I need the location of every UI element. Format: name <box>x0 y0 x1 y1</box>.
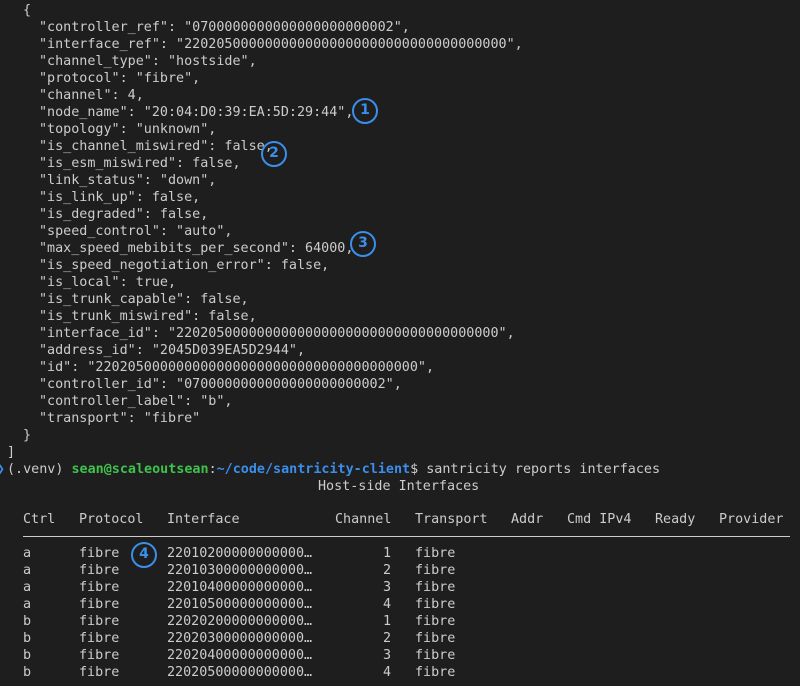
json-line: "is_channel_miswired": false, <box>39 139 273 154</box>
json-line: "is_trunk_capable": false, <box>39 292 249 307</box>
table-cell: fibre <box>415 665 456 680</box>
prompt-separator: : <box>208 462 217 477</box>
table-cell: 22010500000000000… <box>167 597 313 612</box>
table-cell: fibre <box>79 597 120 612</box>
json-line: "is_speed_negotiation_error": false, <box>39 258 330 273</box>
table-cell: 2 <box>383 563 392 578</box>
json-close-bracket: ] <box>7 445 16 460</box>
table-cell: fibre <box>415 580 456 595</box>
annotation-marker-3: 3 <box>350 231 376 257</box>
json-line: "speed_control": "auto", <box>39 224 233 239</box>
table-cell: 3 <box>383 648 392 663</box>
table-cell: b <box>23 665 32 680</box>
table-cell: 4 <box>383 597 392 612</box>
json-line: "interface_id": "22020500000000000000000… <box>39 326 515 341</box>
json-line: "channel": 4, <box>39 88 144 103</box>
column-header: Protocol <box>79 512 144 527</box>
json-line: "link_status": "down", <box>39 173 217 188</box>
json-line: "is_local": true, <box>39 275 177 290</box>
table-cell: b <box>23 631 32 646</box>
table-cell: fibre <box>415 648 456 663</box>
table-cell: 22010300000000000… <box>167 563 313 578</box>
table-cell: fibre <box>415 546 456 561</box>
table-cell: fibre <box>415 563 456 578</box>
table-cell: fibre <box>79 546 120 561</box>
json-line: "controller_ref": "070000000000000000000… <box>39 20 410 35</box>
table-cell: fibre <box>79 563 120 578</box>
table-cell: 22020500000000000… <box>167 665 313 680</box>
terminal-output[interactable]: { "controller_ref": "0700000000000000000… <box>0 0 800 686</box>
table-cell: a <box>23 546 32 561</box>
json-line: "node_name": "20:04:D0:39:EA:5D:29:44", <box>39 105 354 120</box>
table-cell: 3 <box>383 580 392 595</box>
table-cell: fibre <box>79 631 120 646</box>
table-cell: b <box>23 614 32 629</box>
table-cell: 1 <box>383 614 392 629</box>
table-cell: fibre <box>79 665 120 680</box>
table-cell: 2 <box>383 631 392 646</box>
column-header: Channel <box>335 512 392 527</box>
header-divider <box>23 536 790 537</box>
column-header: Ctrl <box>23 512 56 527</box>
shell-prompt-line: (.venv) sean@scaleoutsean:~/code/santric… <box>7 461 660 478</box>
annotation-marker-4: 4 <box>131 542 157 568</box>
table-cell: 1 <box>383 546 392 561</box>
json-line: "transport": "fibre" <box>39 411 201 426</box>
json-line: "protocol": "fibre", <box>39 71 201 86</box>
table-cell: fibre <box>79 648 120 663</box>
column-header: Interface <box>167 512 240 527</box>
table-cell: a <box>23 597 32 612</box>
json-line: "max_speed_mebibits_per_second": 64000, <box>39 241 354 256</box>
prompt-user-host: sean@scaleoutsean <box>71 462 209 477</box>
shell-command: santricity reports interfaces <box>426 462 661 477</box>
json-line: "channel_type": "hostside", <box>39 54 257 69</box>
table-cell: b <box>23 648 32 663</box>
table-cell: 22020400000000000… <box>167 648 313 663</box>
table-cell: 22010200000000000… <box>167 546 313 561</box>
table-cell: 22010400000000000… <box>167 580 313 595</box>
prompt-path: ~/code/santricity-client <box>216 462 411 477</box>
annotation-marker-2: 2 <box>261 141 287 167</box>
json-line: "is_link_up": false, <box>39 190 201 205</box>
table-cell: fibre <box>415 614 456 629</box>
json-line: "is_trunk_miswired": false, <box>39 309 257 324</box>
table-cell: fibre <box>79 580 120 595</box>
column-header: Addr <box>511 512 544 527</box>
json-line: "topology": "unknown", <box>39 122 217 137</box>
json-line: "controller_id": "0700000000000000000000… <box>39 377 402 392</box>
prompt-symbol: $ <box>410 462 427 477</box>
table-cell: a <box>23 580 32 595</box>
report-title: Host-side Interfaces <box>318 479 480 494</box>
json-open-brace: { <box>23 3 32 18</box>
annotation-marker-1: 1 <box>352 98 378 124</box>
table-cell: fibre <box>415 631 456 646</box>
json-line: "is_degraded": false, <box>39 207 209 222</box>
table-cell: fibre <box>79 614 120 629</box>
table-cell: fibre <box>415 597 456 612</box>
column-header: Provider <box>719 512 784 527</box>
table-cell: 4 <box>383 665 392 680</box>
table-cell: 22020200000000000… <box>167 614 313 629</box>
json-line: "is_esm_miswired": false, <box>39 156 241 171</box>
prompt-gutter-icon: ❯ <box>0 462 5 477</box>
column-header: Transport <box>415 512 488 527</box>
json-line: "address_id": "2045D039EA5D2944", <box>39 343 306 358</box>
table-cell: a <box>23 563 32 578</box>
column-header: Ready <box>655 512 696 527</box>
json-line: "interface_ref": "2202050000000000000000… <box>39 37 523 52</box>
venv-label: (.venv) <box>7 462 72 477</box>
table-cell: 22020300000000000… <box>167 631 313 646</box>
json-close-brace: } <box>23 428 32 443</box>
column-header: Cmd IPv4 <box>567 512 632 527</box>
json-line: "controller_label": "b", <box>39 394 233 409</box>
json-line: "id": "220205000000000000000000000000000… <box>39 360 435 375</box>
